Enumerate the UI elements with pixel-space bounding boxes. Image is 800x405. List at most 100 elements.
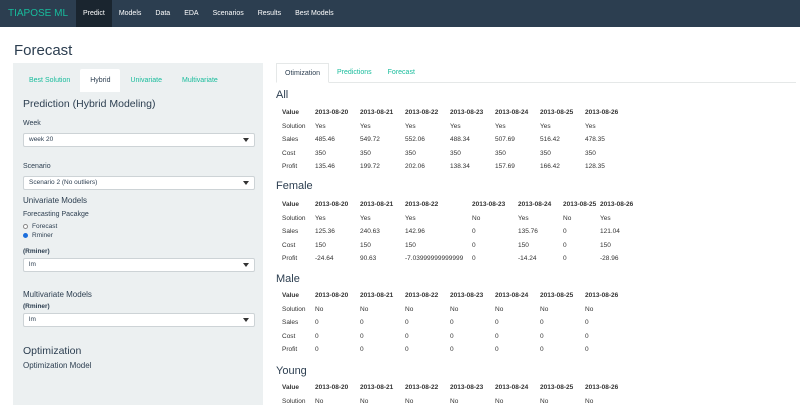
column-header: 2013-08-23 <box>472 201 506 209</box>
nav-eda[interactable]: EDA <box>177 0 205 27</box>
chevron-down-icon <box>243 138 249 142</box>
table-cell: 0 <box>563 241 567 249</box>
table-cell: 0 <box>450 346 454 354</box>
optimization-model-label: Optimization Model <box>23 361 92 370</box>
top-navbar: TIAPOSE ML Predict Models Data EDA Scena… <box>0 0 800 27</box>
table-row: Sales 125.36 240.63 142.96 0 135.76 0 121.04 <box>282 225 645 239</box>
nav-scenarios[interactable]: Scenarios <box>206 0 251 27</box>
table-cell: 121.04 <box>600 228 620 236</box>
radio-unchecked-icon[interactable] <box>23 224 28 229</box>
week-label: Week <box>23 120 41 127</box>
sidebar-panel: Best Solution Hybrid Univariate Multivar… <box>13 63 263 405</box>
column-header: 2013-08-21 <box>360 292 394 300</box>
table-row: Cost 350 350 350 350 350 350 350 <box>282 147 630 161</box>
chevron-down-icon <box>243 263 249 267</box>
table-cell: Yes <box>360 122 371 130</box>
tab-multivariate[interactable]: Multivariate <box>172 69 228 92</box>
table-cell: No <box>495 397 504 405</box>
table-cell: Yes <box>600 214 611 222</box>
table-cell: 0 <box>472 241 476 249</box>
table-cell: 0 <box>472 255 476 263</box>
nav-data[interactable]: Data <box>148 0 177 27</box>
table-cell: 350 <box>315 149 326 157</box>
table-cell: No <box>315 397 324 405</box>
tab-univariate[interactable]: Univariate <box>120 69 172 92</box>
table-cell: 0 <box>585 346 589 354</box>
table-cell: 0 <box>495 332 499 340</box>
scenario-select[interactable]: Scenario 2 (No outliers) <box>23 176 255 190</box>
table-cell: No <box>540 397 549 405</box>
sidebar-content: Prediction (Hybrid Modeling) Week week 2… <box>23 92 255 370</box>
tab-best-solution[interactable]: Best Solution <box>19 69 80 92</box>
row-label: Sales <box>282 319 299 327</box>
multivariate-model-select[interactable]: lm <box>23 313 255 327</box>
row-label: Solution <box>282 214 306 222</box>
column-header: 2013-08-22 <box>405 384 439 392</box>
table-cell: 0 <box>585 319 589 327</box>
table-cell: 516.42 <box>540 136 560 144</box>
table-cell: 0 <box>563 255 567 263</box>
table-cell: 142.96 <box>405 228 425 236</box>
column-header: 2013-08-25 <box>563 201 597 209</box>
table-row: Profit -24.64 90.63 -7.03999999999999 0 -14.2… <box>282 252 645 266</box>
table-cell: Yes <box>540 122 551 130</box>
table-cell: 150 <box>360 241 371 249</box>
row-label: Profit <box>282 255 298 263</box>
table-row: Profit 135.46 199.72 202.06 138.34 157.69 166.… <box>282 160 630 174</box>
column-header: 2013-08-21 <box>360 109 394 117</box>
section-title-male: Male <box>276 273 300 285</box>
table-male: Value 2013-08-20 2013-08-21 2013-08-22 2013-… <box>282 289 630 357</box>
nav-best-models[interactable]: Best Models <box>288 0 341 27</box>
univariate-model-select[interactable]: lm <box>23 258 255 272</box>
univariate-model-value: lm <box>29 261 36 268</box>
row-label: Cost <box>282 332 296 340</box>
radio-rminer-label: Rminer <box>32 232 53 239</box>
radio-rminer[interactable]: Rminer <box>23 231 255 240</box>
table-cell: 90.63 <box>360 255 377 263</box>
nav-models[interactable]: Models <box>112 0 149 27</box>
column-header: 2013-08-24 <box>495 109 529 117</box>
table-cell: 138.34 <box>450 163 470 171</box>
brand-logo[interactable]: TIAPOSE ML <box>0 0 76 27</box>
table-cell: 0 <box>315 319 319 327</box>
table-row: Solution No No No No No No No <box>282 395 630 405</box>
tab-predictions[interactable]: Predictions <box>329 63 380 83</box>
table-cell: No <box>450 397 459 405</box>
table-cell: 350 <box>495 149 506 157</box>
table-cell: 0 <box>405 346 409 354</box>
column-header: 2013-08-20 <box>315 201 349 209</box>
column-header: Value <box>282 109 299 117</box>
table-cell: 350 <box>405 149 416 157</box>
table-cell: Yes <box>360 214 371 222</box>
week-select[interactable]: week 20 <box>23 133 255 147</box>
table-cell: 125.36 <box>315 228 335 236</box>
column-header: 2013-08-20 <box>315 292 349 300</box>
rminer-label-2: (Rminer) <box>23 303 50 310</box>
row-label: Sales <box>282 136 299 144</box>
table-cell: 150 <box>315 241 326 249</box>
column-header: 2013-08-20 <box>315 384 349 392</box>
column-header: 2013-08-24 <box>495 292 529 300</box>
column-header: 2013-08-23 <box>450 109 484 117</box>
table-cell: 150 <box>405 241 416 249</box>
nav-results[interactable]: Results <box>251 0 288 27</box>
radio-checked-icon[interactable] <box>23 233 28 238</box>
row-label: Cost <box>282 241 296 249</box>
tab-otimization[interactable]: Otimization <box>276 63 330 83</box>
multivariate-model-value: lm <box>29 316 36 323</box>
package-label: Forecasting Pacakge <box>23 211 89 218</box>
row-label: Solution <box>282 122 306 130</box>
table-cell: Yes <box>315 122 326 130</box>
table-young: Value 2013-08-20 2013-08-21 2013-08-22 2013-… <box>282 381 630 405</box>
table-cell: No <box>563 214 572 222</box>
table-cell: 135.46 <box>315 163 335 171</box>
table-cell: 0 <box>360 332 364 340</box>
tab-hybrid[interactable]: Hybrid <box>80 69 121 92</box>
table-cell: 199.72 <box>360 163 380 171</box>
tab-forecast[interactable]: Forecast <box>380 63 423 83</box>
table-row: Sales 485.46 549.72 552.06 488.34 507.69 516.4… <box>282 133 630 147</box>
table-row: Sales 0 0 0 0 0 0 0 <box>282 316 630 330</box>
radio-forecast[interactable]: Forecast <box>23 222 255 231</box>
nav-predict[interactable]: Predict <box>76 0 112 27</box>
table-cell: 0 <box>540 319 544 327</box>
